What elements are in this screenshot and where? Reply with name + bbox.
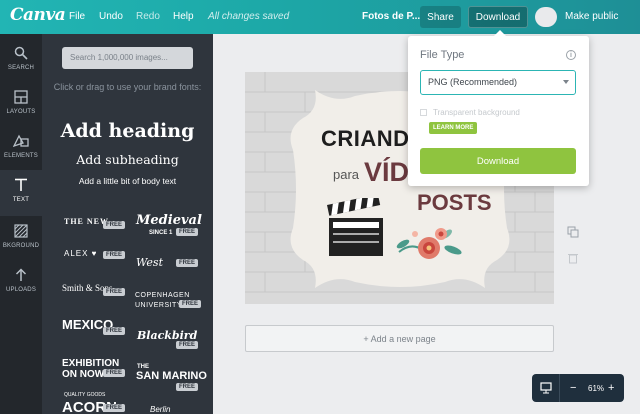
menu-undo[interactable]: Undo — [99, 11, 123, 22]
rail-item-search[interactable]: SEARCH — [0, 38, 42, 82]
rail-label-background: BKGROUND — [2, 243, 40, 249]
file-type-label: File Type — [420, 49, 465, 61]
free-badge: FREE — [176, 228, 199, 236]
zoom-out-button[interactable]: − — [570, 382, 576, 394]
rail-label-layouts: LAYOUTS — [6, 109, 36, 115]
font-combo-label: Blackbird — [137, 329, 198, 342]
trash-icon[interactable] — [567, 252, 579, 264]
background-icon — [12, 222, 30, 240]
copy-page-icon[interactable] — [567, 226, 579, 238]
free-badge: FREE — [103, 251, 126, 259]
share-button[interactable]: Share — [420, 6, 461, 28]
layouts-icon — [12, 88, 30, 106]
text-icon — [12, 176, 30, 194]
rail-item-text[interactable]: TEXT — [0, 170, 42, 216]
design-text-posts[interactable]: POSTS — [417, 190, 492, 216]
image-search-input[interactable]: Search 1,000,000 images... — [62, 47, 193, 69]
download-button[interactable]: Download — [468, 6, 528, 28]
font-combo-label: ALEX ♥ — [64, 249, 98, 258]
add-new-page-button[interactable]: + Add a new page — [245, 325, 554, 352]
free-badge: FREE — [103, 327, 126, 335]
elements-icon — [12, 132, 30, 150]
font-combo-sublabel: SAN MARINO — [136, 370, 207, 382]
free-badge: FREE — [103, 221, 126, 229]
side-rail: SEARCH LAYOUTS ELEMENTS TEXT BKGROUND UP… — [0, 34, 42, 414]
zoom-in-button[interactable]: + — [608, 382, 614, 394]
add-body-text-button[interactable]: Add a little bit of body text — [42, 176, 213, 186]
text-panel: Search 1,000,000 images... Click or drag… — [42, 34, 213, 414]
upload-icon — [12, 266, 30, 284]
add-heading-button[interactable]: Add heading — [42, 120, 213, 142]
info-icon[interactable]: i — [566, 50, 576, 60]
menu-help[interactable]: Help — [173, 11, 194, 22]
download-dropdown: File Type i PNG (Recommended) Transparen… — [408, 30, 589, 186]
add-subheading-button[interactable]: Add subheading — [42, 152, 213, 167]
font-combo-sublabel: ON NOW — [62, 369, 105, 380]
free-badge: FREE — [103, 404, 126, 412]
rail-label-text: TEXT — [12, 197, 30, 203]
document-title[interactable]: Fotos de P... — [362, 11, 420, 22]
rail-item-background[interactable]: BKGROUND — [0, 216, 42, 260]
top-bar: Canva File Undo Redo Help All changes sa… — [0, 0, 640, 34]
learn-more-button[interactable]: LEARN MORE — [429, 122, 478, 134]
file-type-selected: PNG (Recommended) — [428, 77, 518, 87]
menu-redo[interactable]: Redo — [136, 11, 160, 22]
canva-logo[interactable]: Canva — [10, 5, 66, 25]
menu-file[interactable]: File — [69, 11, 85, 22]
confirm-download-button[interactable]: Download — [420, 148, 576, 174]
zoom-level: 61% — [588, 384, 605, 393]
design-text-para[interactable]: para — [333, 167, 359, 182]
chevron-down-icon — [563, 80, 569, 84]
transparent-background-label: Transparent background — [433, 108, 520, 117]
transparent-background-checkbox[interactable] — [420, 109, 427, 116]
font-combo-label: Berlin — [150, 405, 171, 414]
free-badge: FREE — [103, 288, 126, 296]
flowers-illustration[interactable] — [391, 222, 471, 270]
free-badge: FREE — [103, 369, 126, 377]
free-badge: FREE — [176, 383, 199, 391]
font-combo-sublabel: SINCE 1 — [149, 230, 173, 236]
save-status: All changes saved — [208, 11, 290, 22]
zoom-control: − 61% + — [532, 374, 624, 402]
free-badge: FREE — [176, 341, 199, 349]
font-combo-label: COPENHAGEN — [135, 292, 190, 299]
search-icon — [12, 44, 30, 62]
rail-label-uploads: UPLOADS — [5, 287, 37, 293]
clapperboard-icon[interactable] — [325, 198, 389, 260]
font-combo-label: EXHIBITION — [62, 358, 120, 369]
rail-item-elements[interactable]: ELEMENTS — [0, 126, 42, 170]
make-public-label: Make public — [565, 11, 619, 22]
make-public-toggle[interactable] — [535, 7, 557, 27]
rail-label-elements: ELEMENTS — [4, 153, 38, 159]
present-button[interactable] — [532, 374, 560, 402]
font-combo-label: Medieval — [136, 213, 202, 228]
present-icon — [539, 382, 552, 394]
free-badge: FREE — [179, 300, 202, 308]
font-combo-sublabel: UNIVERSITY — [135, 302, 183, 309]
rail-label-search: SEARCH — [7, 65, 35, 71]
free-badge: FREE — [176, 259, 199, 267]
file-type-select[interactable]: PNG (Recommended) — [420, 70, 576, 95]
font-combo-sublabel: QUALITY GOODS — [64, 392, 106, 398]
rail-item-layouts[interactable]: LAYOUTS — [0, 82, 42, 126]
transparent-background-option[interactable]: Transparent background — [420, 108, 520, 117]
rail-item-uploads[interactable]: UPLOADS — [0, 260, 42, 304]
font-combo-label: West — [136, 256, 163, 269]
brand-fonts-hint: Click or drag to use your brand fonts: — [53, 82, 202, 92]
